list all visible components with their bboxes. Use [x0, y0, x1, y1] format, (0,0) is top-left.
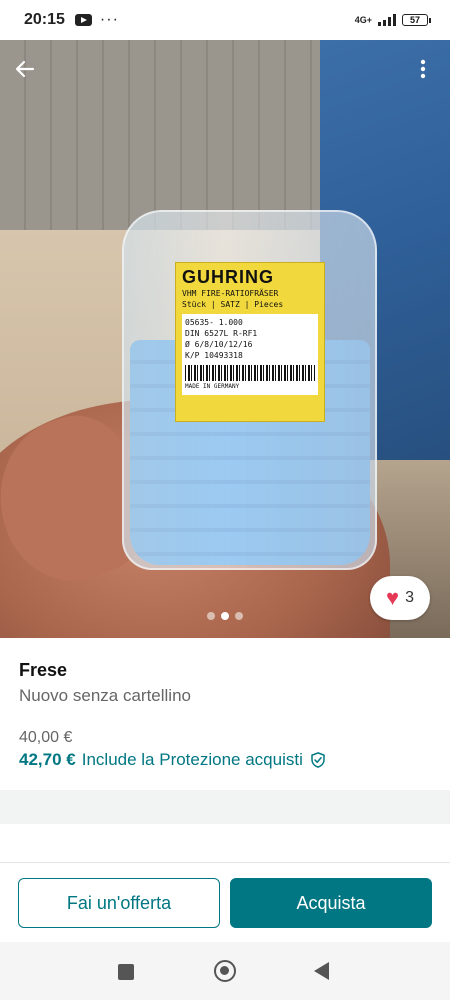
label-box: 05635- 1.000 DIN 6527L R-RF1 Ø 6/8/10/12…	[182, 314, 318, 395]
photo-wall	[0, 40, 330, 230]
battery-level: 57	[409, 15, 420, 25]
network-type: 4G+	[354, 14, 372, 25]
status-bar: 20:15 ··· 4G+ 57	[0, 0, 450, 40]
shield-check-icon	[311, 752, 325, 768]
action-bar: Fai un'offerta Acquista	[0, 862, 450, 943]
youtube-notification-icon	[74, 14, 92, 26]
more-notifications-icon: ···	[99, 11, 119, 28]
label-line: 05635- 1.000	[185, 318, 243, 327]
carousel-dot[interactable]	[235, 612, 243, 620]
carousel-dot[interactable]	[207, 612, 215, 620]
buy-button[interactable]: Acquista	[230, 878, 432, 928]
recent-apps-button[interactable]	[118, 964, 134, 980]
make-offer-button[interactable]: Fai un'offerta	[18, 878, 220, 928]
protection-text: Include la Protezione acquisti	[81, 750, 303, 769]
item-photo[interactable]: GUHRING VHM FIRE-RATIOFRÄSER Stück | SAT…	[0, 40, 450, 638]
label-line: DIN 6527L R-RF1	[185, 329, 258, 338]
heart-icon: ♥	[386, 585, 400, 610]
arrow-left-icon	[15, 60, 35, 78]
favourite-count: 3	[405, 589, 414, 606]
more-vertical-icon	[420, 59, 426, 79]
more-options-button[interactable]	[406, 52, 440, 86]
label-brand: GUHRING	[182, 267, 274, 287]
price-with-protection[interactable]: 42,70 € Include la Protezione acquisti	[19, 750, 327, 770]
item-condition: Nuovo senza cartellino	[19, 686, 191, 705]
back-button[interactable]	[8, 52, 42, 86]
protected-price: 42,70 €	[19, 750, 76, 769]
system-back-button[interactable]	[314, 962, 329, 980]
label-line: Ø 6/8/10/12/16	[185, 340, 253, 349]
item-title: Frese	[19, 660, 68, 680]
barcode	[185, 365, 315, 381]
label-line: MADE IN GERMANY	[185, 383, 240, 390]
system-nav-bar	[0, 942, 450, 1000]
label-line: Stück | SATZ | Pieces	[182, 300, 284, 309]
label-line: K/P 10493318	[185, 351, 243, 360]
carousel-dot-active[interactable]	[221, 612, 229, 620]
item-price: 40,00 €	[19, 729, 73, 746]
label-line: VHM FIRE-RATIOFRÄSER	[182, 289, 279, 298]
status-icons: 4G+ 57	[354, 14, 431, 26]
home-button[interactable]	[214, 960, 236, 982]
product-label: GUHRING VHM FIRE-RATIOFRÄSER Stück | SAT…	[175, 262, 325, 422]
favourite-button[interactable]: ♥ 3	[370, 576, 430, 620]
status-time: 20:15	[24, 11, 65, 28]
battery-icon: 57	[402, 14, 431, 26]
section-divider	[0, 790, 450, 824]
signal-icon	[378, 14, 396, 26]
